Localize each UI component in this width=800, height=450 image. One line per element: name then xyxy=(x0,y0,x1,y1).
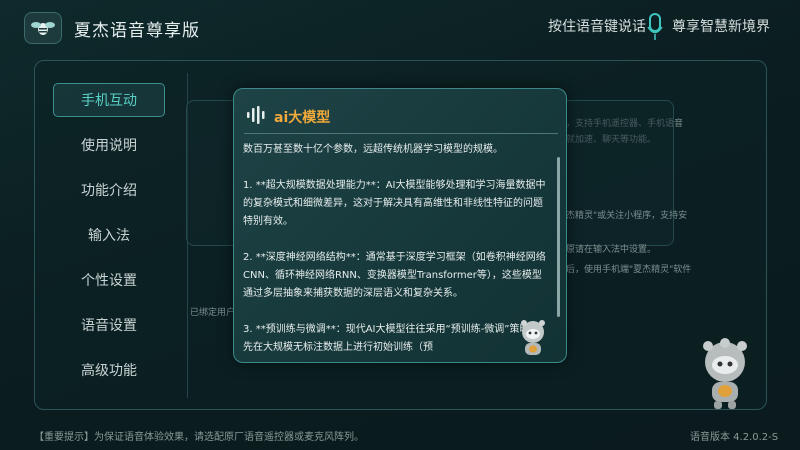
sidebar-item-features[interactable]: 功能介绍 xyxy=(53,173,165,207)
sidebar-item-phone-interaction[interactable]: 手机互动 xyxy=(53,83,165,117)
sidebar: 手机互动 使用说明 功能介绍 输入法 个性设置 语音设置 高级功能 xyxy=(53,83,165,398)
app-title: 夏杰语音尊享版 xyxy=(74,21,200,41)
dialog-separator xyxy=(244,133,558,134)
sound-wave-icon xyxy=(247,106,265,124)
dialog-scrollbar[interactable] xyxy=(557,157,560,317)
card-text-line1: 杰精灵"或关注小程序，支持安 xyxy=(566,211,688,221)
dialog-paragraph: 3. **预训练与微调**：现代AI大模型往往采用“预训练-微调”策略，先在大规… xyxy=(243,324,540,353)
sidebar-item-voice-settings[interactable]: 语音设置 xyxy=(53,308,165,342)
card-text-line3: 后，使用手机端"夏杰精灵"软件 xyxy=(566,265,692,275)
app-logo xyxy=(24,12,62,44)
sidebar-item-advanced[interactable]: 高级功能 xyxy=(53,353,165,387)
microphone-icon xyxy=(647,13,663,40)
dialog-content[interactable]: 数百万甚至数十亿个参数，远超传统机器学习模型的规模。 1. **超大规模数据处理… xyxy=(243,141,549,362)
dialog-title: ai大模型 xyxy=(274,110,331,126)
robot-mascot-icon xyxy=(703,338,747,409)
dialog-paragraph: 数百万甚至数十亿个参数，远超传统机器学习模型的规模。 xyxy=(243,144,503,155)
card-text-line2: 原请在输入法中设置。 xyxy=(566,245,657,255)
footer-tip: 【重要提示】为保证语音体验效果，请选配原厂语音遥控器或麦克风阵列。 xyxy=(34,432,364,443)
bee-icon xyxy=(31,22,55,35)
version-label: 语音版本 4.2.0.2-S xyxy=(690,432,779,443)
dialog-paragraph: 1. **超大规模数据处理能力**：AI大模型能够处理和学习海量数据中的复杂模式… xyxy=(243,180,546,227)
dialog-paragraph: 2. **深度神经网络结构**：通常基于深度学习框架（如卷积神经网络CNN、循环… xyxy=(243,252,546,299)
robot-assistant-icon xyxy=(521,320,545,355)
sidebar-item-instructions[interactable]: 使用说明 xyxy=(53,128,165,162)
sidebar-item-input-method[interactable]: 输入法 xyxy=(53,218,165,252)
sidebar-item-personalization[interactable]: 个性设置 xyxy=(53,263,165,297)
slogan: 尊享智慧新境界 xyxy=(672,19,770,35)
voice-hint: 按住语音键说话 xyxy=(548,19,646,35)
